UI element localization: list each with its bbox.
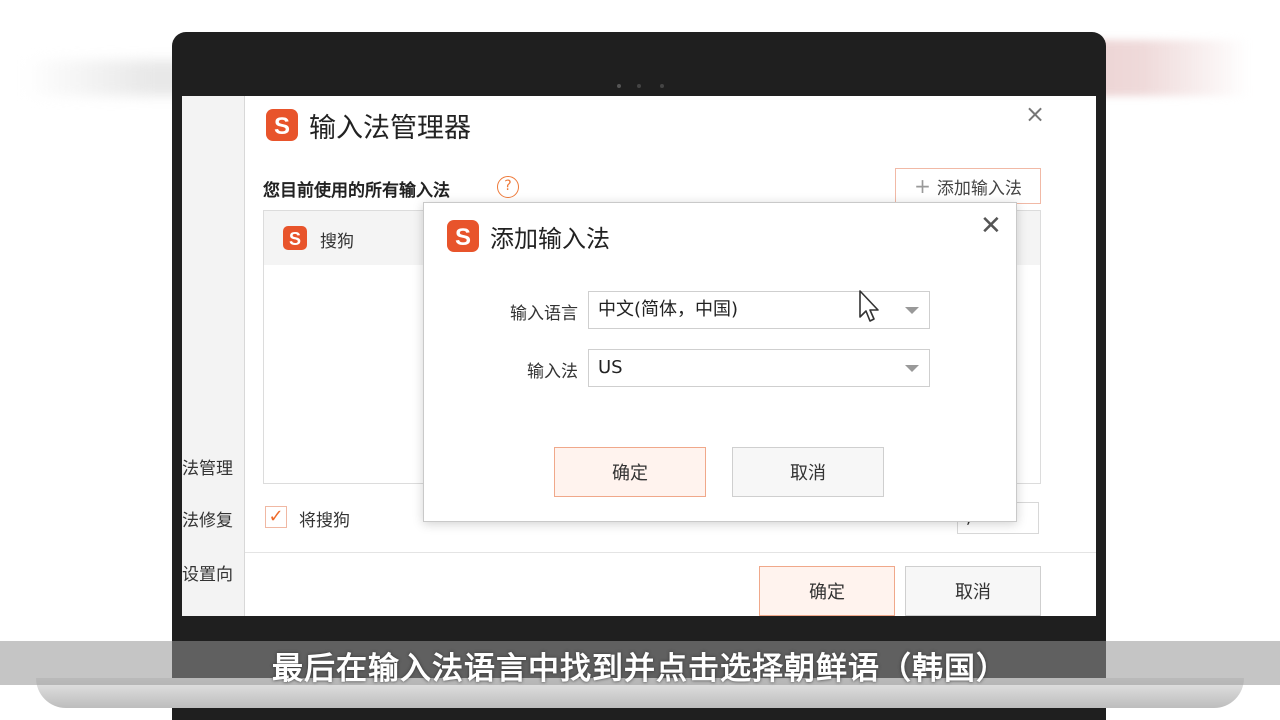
ime-name: 搜狗	[320, 232, 354, 252]
sogou-logo-icon: S	[283, 226, 307, 250]
help-icon[interactable]: ?	[497, 176, 519, 198]
laptop-screen: 法管理 法修复 设置向 S 输入法管理器 × 您目前使用的所有输入法 ? + 添…	[182, 96, 1096, 616]
plus-icon: +	[914, 174, 931, 198]
camera-dot	[637, 84, 641, 88]
left-menu-item[interactable]: 法管理	[182, 454, 233, 479]
ime-value: US	[598, 357, 623, 378]
ime-manager-window: S 输入法管理器 × 您目前使用的所有输入法 ? + 添加输入法 S 搜狗 ✓ …	[244, 96, 1096, 616]
sogou-logo-icon: S	[266, 109, 298, 141]
camera-dot	[617, 84, 621, 88]
add-ime-button-label: 添加输入法	[936, 178, 1022, 199]
close-icon[interactable]: ✕	[980, 211, 1002, 241]
chevron-down-icon	[905, 307, 919, 314]
ok-button[interactable]: 确定	[554, 447, 706, 497]
subtitle-caption: 最后在输入法语言中找到并点击选择朝鲜语（韩国）	[272, 651, 1008, 687]
background-window-left: 法管理 法修复 设置向	[182, 96, 244, 616]
add-ime-button[interactable]: + 添加输入法	[895, 168, 1041, 204]
ime-label: 输入法	[527, 362, 578, 382]
ime-select[interactable]: US	[588, 349, 930, 387]
ime-list-heading: 您目前使用的所有输入法	[263, 181, 450, 201]
input-language-value: 中文(简体，中国)	[598, 299, 739, 320]
left-menu-item[interactable]: 设置向	[182, 560, 233, 585]
mouse-cursor-icon	[859, 290, 879, 322]
close-icon[interactable]: ×	[1025, 100, 1045, 128]
default-ime-checkbox[interactable]: ✓	[265, 506, 287, 528]
chevron-down-icon	[905, 365, 919, 372]
ok-button[interactable]: 确定	[759, 566, 895, 616]
svg-text:S: S	[289, 229, 301, 249]
sogou-logo-icon: S	[447, 220, 479, 252]
cancel-button[interactable]: 取消	[732, 447, 884, 497]
dialog-title: 添加输入法	[490, 225, 610, 253]
input-language-label: 输入语言	[510, 304, 578, 324]
add-ime-dialog: S 添加输入法 ✕ 输入语言 中文(简体，中国) 输入法 US 确定 取消	[423, 202, 1017, 522]
svg-text:S: S	[274, 113, 290, 140]
window-title: 输入法管理器	[309, 113, 471, 144]
left-menu-item[interactable]: 法修复	[182, 506, 233, 531]
default-ime-label: 将搜狗	[299, 511, 350, 531]
camera-dot	[660, 84, 664, 88]
svg-text:S: S	[455, 224, 471, 251]
cancel-button[interactable]: 取消	[905, 566, 1041, 616]
divider	[245, 552, 1096, 553]
